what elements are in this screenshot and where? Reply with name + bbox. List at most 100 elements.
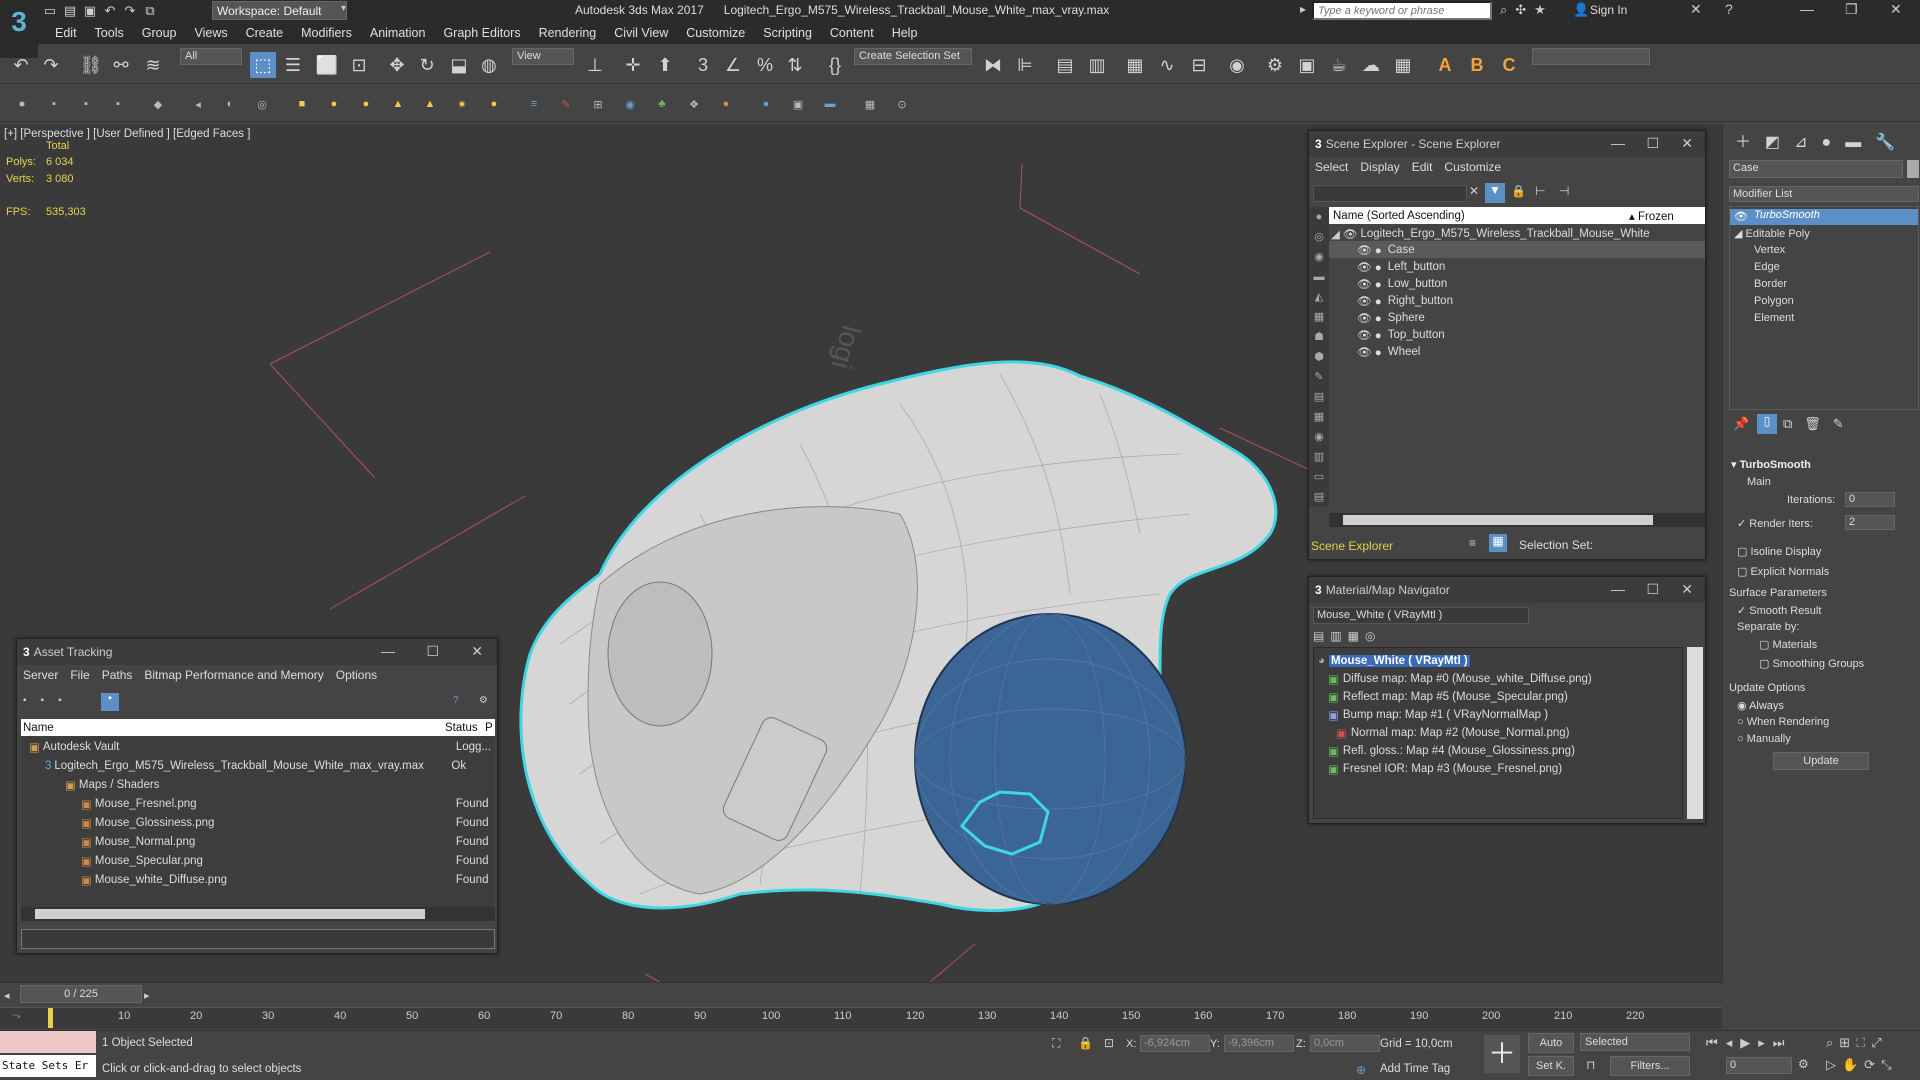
asset-row[interactable]: ▣ Mouse_Normal.png Found	[81, 833, 495, 850]
tool-icon-12[interactable]: ◉	[622, 96, 638, 112]
close-icon[interactable]: ✕	[471, 643, 483, 660]
eye-icon[interactable]: 👁 ●	[1329, 311, 1382, 325]
shape-icon-3[interactable]: ●	[358, 96, 374, 112]
menu-tools[interactable]: Tools	[86, 26, 133, 40]
tree-item-sphere[interactable]: 👁 ● Sphere	[1329, 309, 1705, 326]
smooth-result-checkbox[interactable]: ✓ Smooth Result	[1737, 604, 1821, 617]
col-name[interactable]: Name (Sorted Ascending)	[1329, 210, 1629, 222]
link-icon[interactable]: ⛓	[78, 52, 104, 78]
a360-icon[interactable]: ▦	[1390, 52, 1416, 78]
smoothing-groups-checkbox[interactable]: ▢ Smoothing Groups	[1759, 657, 1864, 670]
redo-icon[interactable]: ↷	[120, 2, 140, 20]
modifier-list-dropdown[interactable]: Modifier List	[1729, 186, 1919, 202]
asset-view-icons[interactable]: ▪▪▪	[23, 695, 76, 706]
sign-in-button[interactable]: Sign In	[1590, 3, 1627, 17]
tool-icon-1[interactable]: ⚫	[14, 96, 30, 112]
stack-item-edge[interactable]: Edge	[1754, 261, 1780, 273]
render-iters-checkbox[interactable]: ✓ Render Iters:	[1737, 517, 1813, 530]
eye-icon[interactable]: 👁 ●	[1329, 277, 1382, 291]
menu-edit[interactable]: Edit	[1406, 160, 1439, 174]
asset-row[interactable]: ▣ Mouse_white_Diffuse.png Found	[81, 871, 495, 888]
light-icon[interactable]: ■	[294, 96, 310, 112]
state-sets-field[interactable]: State Sets Er	[0, 1055, 96, 1077]
layers-icon[interactable]: ≡	[1469, 536, 1476, 550]
placement-icon[interactable]: ◍	[476, 52, 502, 78]
snaps-toggle-icon[interactable]: 3	[690, 52, 716, 78]
open-file-icon[interactable]: ▤	[60, 2, 80, 20]
tool-icon-17[interactable]: ▣	[790, 96, 806, 112]
ref-coord-dropdown[interactable]: View	[512, 48, 574, 65]
rendered-frame-icon[interactable]: ▣	[1294, 52, 1320, 78]
ribbon-toggle-icon[interactable]: ▥	[1084, 52, 1110, 78]
scale-icon[interactable]: ⬓	[446, 52, 472, 78]
close-icon[interactable]: ✕	[1681, 135, 1693, 152]
tool-icon-4[interactable]: ▪	[110, 96, 126, 112]
eye-icon[interactable]: 👁 ●	[1329, 345, 1382, 359]
select-by-name-icon[interactable]: ☰	[280, 52, 306, 78]
extra-dropdown[interactable]	[1532, 48, 1650, 65]
col-name[interactable]: Name	[21, 722, 445, 734]
absolute-mode-icon[interactable]: ⊡	[1104, 1036, 1114, 1050]
tool-icon-11[interactable]: ⊞	[590, 96, 606, 112]
bind-spacewarp-icon[interactable]: ≋	[140, 52, 166, 78]
shape-icon-2[interactable]: ●	[326, 96, 342, 112]
maxscript-listener-pink[interactable]	[0, 1031, 96, 1053]
settings-icon[interactable]: ⚙	[479, 695, 488, 706]
y-coordinate-field[interactable]: -9,396cm	[1224, 1035, 1294, 1052]
help-icon[interactable]: ?	[1725, 1, 1733, 17]
move-icon[interactable]: ✥	[384, 52, 410, 78]
minimize-icon[interactable]: —	[1800, 1, 1814, 17]
minimize-icon[interactable]: —	[1611, 581, 1625, 597]
col-frozen[interactable]: ▴ Frozen	[1629, 209, 1674, 223]
align-icon[interactable]: ⊫	[1012, 52, 1038, 78]
undo-icon[interactable]: ↶	[100, 2, 120, 20]
render-cloud-icon[interactable]: ☁	[1358, 52, 1384, 78]
asset-active-view-icon[interactable]: ▪	[101, 693, 119, 711]
menu-civil-view[interactable]: Civil View	[605, 26, 677, 40]
map-item-fresnel[interactable]: ▣ Fresnel IOR: Map #3 (Mouse_Fresnel.png)	[1328, 760, 1562, 777]
keyboard-shortcut-icon[interactable]: ⬆	[652, 52, 678, 78]
isoline-checkbox[interactable]: ▢ Isoline Display	[1737, 545, 1821, 558]
eye-icon[interactable]: 👁 ●	[1329, 294, 1382, 308]
add-time-tag[interactable]: Add Time Tag	[1380, 1063, 1450, 1075]
tool-icon-13[interactable]: ♣	[654, 96, 670, 112]
iterations-spinner[interactable]: 0	[1845, 492, 1895, 507]
asset-tracking-titlebar[interactable]: 3 Asset Tracking — ☐ ✕	[17, 639, 497, 665]
tool-icon-18[interactable]: ▬	[822, 96, 838, 112]
select-object-icon[interactable]: ⬚	[250, 52, 276, 78]
curve-editor-mini-icon[interactable]: ⤳	[12, 1010, 21, 1023]
expand-icon[interactable]: ◢	[1329, 227, 1340, 241]
redo-icon[interactable]: ↷	[38, 52, 64, 78]
unlink-icon[interactable]: ⚯	[108, 52, 134, 78]
maximize-icon[interactable]: ☐	[1646, 581, 1659, 598]
filter-icon[interactable]: ▼	[1485, 183, 1505, 203]
collapse-icon[interactable]: ⊣	[1559, 184, 1569, 198]
tool-icon-8[interactable]: ◎	[254, 96, 270, 112]
x-coordinate-field[interactable]: -6,924cm	[1140, 1035, 1210, 1052]
explicit-normals-checkbox[interactable]: ▢ Explicit Normals	[1737, 565, 1829, 578]
new-file-icon[interactable]: ▭	[40, 2, 60, 20]
stack-item-border[interactable]: Border	[1754, 278, 1787, 290]
material-root[interactable]: ◕ Mouse_White ( VRayMtl )	[1318, 652, 1470, 669]
column-header[interactable]: Name (Sorted Ascending) ▴ Frozen	[1329, 207, 1705, 224]
text-a-icon[interactable]: A	[1432, 52, 1458, 78]
stack-tools-more[interactable]: ⧉🗑✎	[1783, 416, 1856, 432]
col-path[interactable]: P	[485, 722, 493, 734]
vertical-scrollbar[interactable]	[1687, 647, 1703, 819]
manually-radio[interactable]: ○ Manually	[1737, 733, 1791, 745]
tool-icon-9[interactable]: ≡	[526, 96, 542, 112]
restore-icon[interactable]: ❐	[1845, 1, 1858, 18]
set-key-button[interactable]: Set K.	[1528, 1056, 1574, 1076]
shape-icon-5[interactable]: ▲	[422, 96, 438, 112]
key-mode-icon[interactable]: ⊓	[1586, 1058, 1595, 1072]
clear-search-icon[interactable]: ✕	[1469, 184, 1479, 198]
mirror-icon[interactable]: ⧓	[980, 52, 1006, 78]
tool-icon-7[interactable]: ◐	[222, 96, 238, 112]
col-status[interactable]: Status	[445, 722, 485, 734]
object-color-swatch[interactable]	[1907, 160, 1919, 178]
when-rendering-radio[interactable]: ○ When Rendering	[1737, 716, 1829, 728]
scene-explorer-titlebar[interactable]: 3 Scene Explorer - Scene Explorer — ☐ ✕	[1309, 131, 1705, 157]
app-logo[interactable]: 3	[0, 0, 38, 58]
eye-icon[interactable]: 👁	[1343, 227, 1358, 241]
pivot-icon[interactable]: ⊥	[582, 52, 608, 78]
